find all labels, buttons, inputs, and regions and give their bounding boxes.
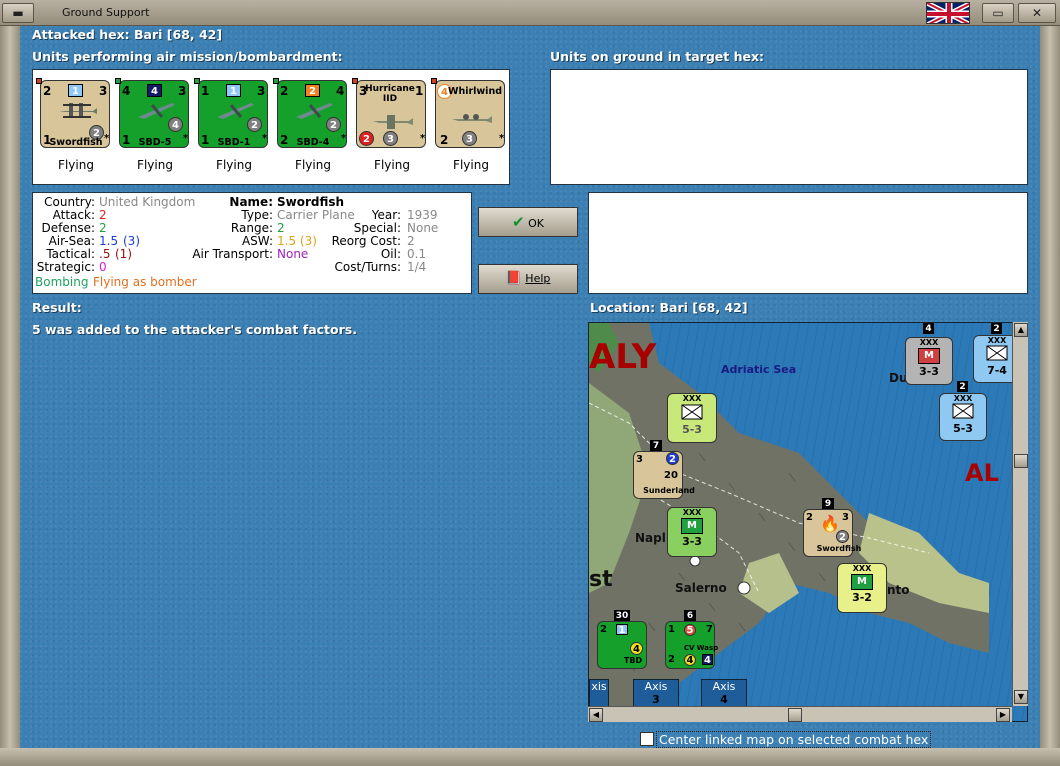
air-unit-sbd-5[interactable]: 4 4 3 4 1 SBD-5 * Flying: [115, 78, 189, 172]
air-unit-whirlwind[interactable]: 4 Whirlwind 2 3 * Flying: [431, 78, 505, 172]
map-naval-cv-wasp[interactable]: 1 5 7 CV Wasp 2 4 4 6: [665, 610, 718, 669]
air-units-list: 2 1 3 2 1 Swordfish * Flying 4 4 3 4 1 S…: [32, 69, 510, 185]
minimize-button[interactable]: ▬: [2, 3, 34, 23]
fire-icon: 🔥: [820, 514, 840, 533]
tab-axis-4[interactable]: Axis 4: [701, 679, 747, 709]
unit-info-panel: Country: United Kingdom Attack: 2 Defens…: [32, 192, 472, 294]
map-unit-mech-2[interactable]: XXX M 3-2: [837, 563, 887, 613]
map-air-tbd[interactable]: 2 1 4 TBD 30: [597, 610, 647, 669]
unit-counter[interactable]: 2 1 3 2 1 Swordfish *: [40, 80, 110, 148]
unit-counter[interactable]: 4 4 3 4 1 SBD-5 *: [119, 80, 189, 148]
nation-marker-icon: [36, 78, 42, 84]
map-unit-infantry[interactable]: XXX 5-3: [667, 393, 717, 443]
unit-counter[interactable]: 4 Whirlwind 2 3 *: [435, 80, 505, 148]
nation-marker-icon: [115, 78, 121, 84]
result-text: 5 was added to the attacker's combat fac…: [32, 322, 357, 337]
infantry-symbol-icon: [952, 403, 974, 419]
unit-counter[interactable]: 1 1 3 2 1 SBD-1 *: [198, 80, 268, 148]
air-units-header: Units performing air mission/bombardment…: [32, 49, 343, 64]
air-unit-hurricane-iid[interactable]: 3 Hurricane IID 1 2 3 * Flying: [352, 78, 426, 172]
nation-marker-icon: [431, 78, 437, 84]
ok-button[interactable]: ✔ OK: [478, 207, 578, 237]
help-button[interactable]: 📕 Help: [478, 264, 578, 294]
tab-axis-2[interactable]: xis: [589, 679, 609, 709]
bottom-frame: [0, 748, 1060, 766]
twin-engine-plane-icon: [452, 114, 492, 123]
map-air-sunderland[interactable]: 3 2 20 Sunderland 7: [633, 440, 695, 499]
infantry-symbol-icon: [681, 404, 703, 420]
map-unit-enemy-infantry-2[interactable]: XXX 5-3: [939, 393, 987, 441]
center-map-checkbox-label[interactable]: Center linked map on selected combat hex: [656, 731, 932, 748]
tab-axis-3[interactable]: Axis 3: [633, 679, 679, 709]
air-unit-swordfish[interactable]: 2 1 3 2 1 Swordfish * Flying: [36, 78, 110, 172]
scroll-right-icon[interactable]: ▶: [996, 708, 1010, 722]
air-unit-sbd-4[interactable]: 2 2 4 2 2 SBD-4 * Flying: [273, 78, 347, 172]
scroll-up-icon[interactable]: ▲: [1014, 323, 1028, 337]
linked-map[interactable]: ALY Adriatic Sea AL Du k Napl st Salerno…: [588, 322, 1028, 722]
close-button[interactable]: ✕: [1018, 3, 1056, 23]
attacked-hex-label: Attacked hex: Bari [68, 42]: [32, 27, 223, 42]
map-horizontal-scrollbar[interactable]: ◀ ▶: [588, 706, 1012, 722]
infantry-symbol-icon: [986, 345, 1008, 361]
center-map-checkbox[interactable]: [640, 732, 654, 746]
maximize-button[interactable]: ▭: [982, 3, 1014, 23]
title-bar: [0, 0, 1060, 26]
map-unit-mech[interactable]: XXX M 3-3: [667, 507, 717, 557]
ground-units-header: Units on ground in target hex:: [550, 49, 765, 64]
city-icon: [737, 581, 751, 595]
biplane-icon: [59, 103, 97, 118]
scroll-down-icon[interactable]: ▼: [1014, 690, 1028, 704]
ground-units-list[interactable]: [550, 69, 1028, 185]
nation-marker-icon: [273, 78, 279, 84]
unit-counter[interactable]: 3 Hurricane IID 1 2 3 *: [356, 80, 426, 148]
target-info-panel: [588, 192, 1028, 294]
vertical-scroll-thumb[interactable]: [1014, 454, 1028, 468]
location-label: Location: Bari [68, 42]: [590, 300, 748, 315]
scroll-left-icon[interactable]: ◀: [589, 708, 603, 722]
left-frame: [0, 26, 20, 766]
window-title: Ground Support: [62, 6, 150, 19]
map-unit-enemy-mech[interactable]: XXX M 3-3: [905, 337, 953, 385]
nation-marker-icon: [352, 78, 358, 84]
air-unit-sbd-1[interactable]: 1 1 3 2 1 SBD-1 * Flying: [194, 78, 268, 172]
unit-counter[interactable]: 2 2 4 2 2 SBD-4 *: [277, 80, 347, 148]
fighter-plane-icon: [373, 115, 413, 129]
result-label: Result:: [32, 300, 82, 315]
uk-flag-icon: [926, 2, 970, 24]
right-frame: [1040, 26, 1060, 766]
map-air-swordfish[interactable]: 2 🔥 2 3 Swordfish 9: [803, 498, 861, 557]
dialog-content: Attacked hex: Bari [68, 42] Units perfor…: [20, 26, 1040, 748]
nation-marker-icon: [194, 78, 200, 84]
help-book-icon: 📕: [505, 271, 522, 286]
horizontal-scroll-thumb[interactable]: [788, 708, 802, 722]
checkmark-icon: ✔: [512, 213, 525, 231]
map-vertical-scrollbar[interactable]: ▲ ▼: [1012, 322, 1028, 706]
